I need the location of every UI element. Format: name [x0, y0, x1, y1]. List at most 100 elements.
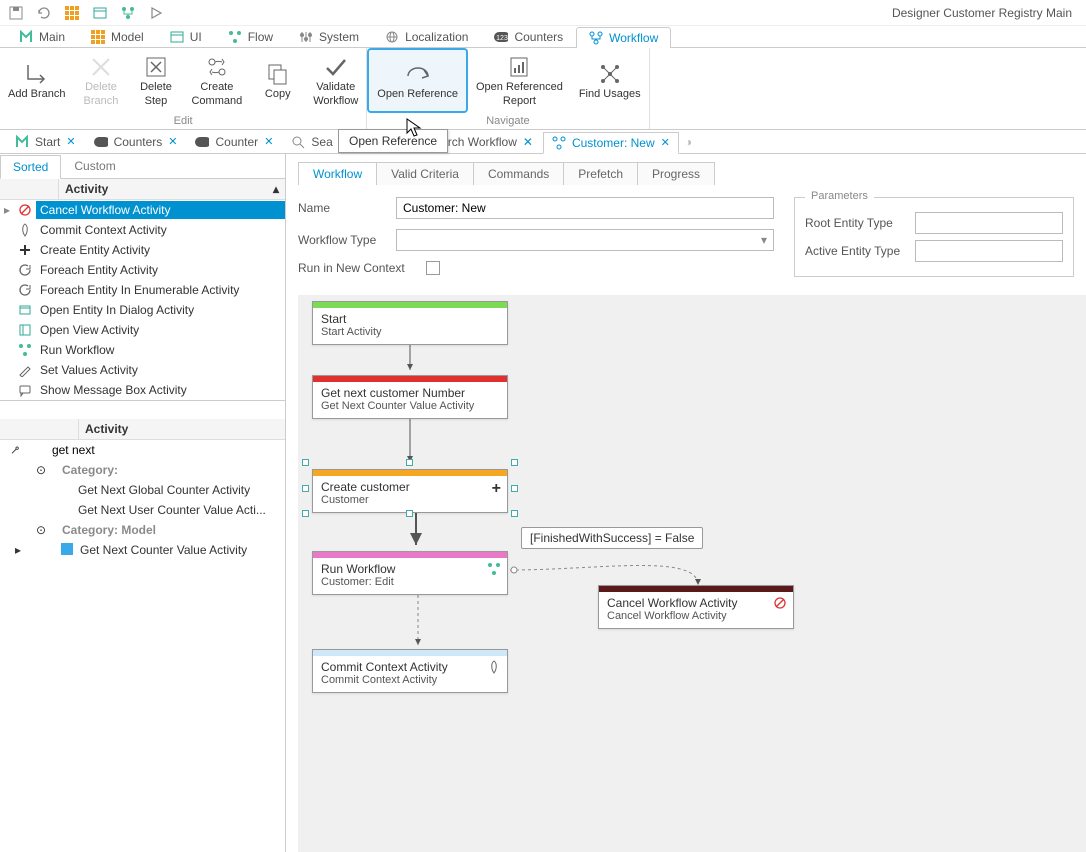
- app-title: Designer Customer Registry Main: [892, 6, 1078, 20]
- tab-overflow-icon[interactable]: ◑: [685, 135, 692, 149]
- wf-node-getnext[interactable]: Get next customer Number Get Next Counte…: [312, 375, 508, 419]
- flow-icon: [487, 562, 501, 579]
- find-usages-button[interactable]: Find Usages: [571, 48, 649, 113]
- ed-tab-workflow[interactable]: Workflow: [298, 162, 377, 185]
- message-icon: [14, 383, 36, 397]
- tooltip: Open Reference: [338, 129, 448, 153]
- filter-header[interactable]: Activity: [85, 422, 128, 436]
- run-new-context-checkbox[interactable]: [426, 261, 440, 275]
- category-label: Category: Model: [58, 521, 285, 539]
- refresh-icon[interactable]: [36, 5, 52, 21]
- document-tabs: Start✕ Counters✕ Counter✕ Sea Open Refer…: [0, 130, 1086, 154]
- root-entity-input[interactable]: [915, 212, 1063, 234]
- workflow-type-select[interactable]: [396, 229, 774, 251]
- view-icon: [14, 323, 36, 337]
- doc-tab-counters[interactable]: Counters✕: [85, 131, 187, 153]
- activity-row[interactable]: Set Values Activity: [0, 360, 285, 380]
- save-icon[interactable]: [8, 5, 24, 21]
- activity-row[interactable]: Open View Activity: [0, 320, 285, 340]
- tab-ui[interactable]: UI: [157, 26, 215, 47]
- ed-tab-prefetch[interactable]: Prefetch: [563, 162, 638, 185]
- doc-tab-start[interactable]: Start✕: [6, 131, 85, 153]
- doc-tab-customer-new[interactable]: Customer: New✕: [543, 132, 679, 154]
- activity-list: Activity ▴ ▸Cancel Workflow Activity Comm…: [0, 179, 285, 401]
- tab-localization[interactable]: Localization: [372, 26, 481, 47]
- create-command-button[interactable]: Create Command: [183, 48, 250, 113]
- selection-handles: [306, 463, 514, 513]
- activity-row[interactable]: Commit Context Activity: [0, 220, 285, 240]
- workflow-canvas[interactable]: Start Start Activity Get next customer N…: [298, 295, 1086, 852]
- grid-icon[interactable]: [64, 5, 80, 21]
- active-entity-input[interactable]: [915, 240, 1063, 262]
- tab-workflow[interactable]: Workflow: [576, 27, 671, 48]
- ed-tab-valid-criteria[interactable]: Valid Criteria: [376, 162, 474, 185]
- filter-item[interactable]: ▸Get Next Counter Value Activity: [0, 540, 285, 560]
- wf-node-cancel[interactable]: Cancel Workflow Activity Cancel Workflow…: [598, 585, 794, 629]
- side-tab-sorted[interactable]: Sorted: [0, 155, 61, 179]
- form-icon[interactable]: [92, 5, 108, 21]
- loop-icon: [14, 283, 36, 297]
- close-icon[interactable]: ✕: [523, 135, 543, 149]
- flow-icon[interactable]: [120, 5, 136, 21]
- wf-node-run[interactable]: Run Workflow Customer: Edit: [312, 551, 508, 595]
- doc-tab-search[interactable]: Sea: [282, 131, 322, 153]
- root-entity-label: Root Entity Type: [805, 216, 915, 230]
- filter-item[interactable]: Get Next User Counter Value Acti...: [0, 500, 285, 520]
- plus-icon: [14, 243, 36, 257]
- delete-step-button[interactable]: Delete Step: [128, 48, 183, 113]
- rocket-icon: [14, 223, 36, 237]
- activity-row[interactable]: Show Message Box Activity: [0, 380, 285, 400]
- activity-row[interactable]: Foreach Entity In Enumerable Activity: [0, 280, 285, 300]
- workflow-type-label: Workflow Type: [298, 233, 396, 247]
- sort-asc-icon[interactable]: ▴: [273, 182, 279, 196]
- filter-input[interactable]: [48, 441, 285, 459]
- condition-label[interactable]: [FinishedWithSuccess] = False: [521, 527, 703, 549]
- category-label: Category:: [58, 461, 285, 479]
- expand-icon[interactable]: ⊙: [36, 523, 58, 537]
- tab-main[interactable]: Main: [6, 26, 78, 47]
- tab-counters[interactable]: 123Counters: [481, 26, 576, 47]
- activity-header[interactable]: Activity: [65, 182, 108, 196]
- activity-row[interactable]: Open Entity In Dialog Activity: [0, 300, 285, 320]
- toolbox-panel: Sorted Custom Activity ▴ ▸Cancel Workflow…: [0, 154, 286, 852]
- name-label: Name: [298, 201, 396, 215]
- open-reference-button[interactable]: Open Reference: [367, 48, 468, 113]
- cancel-icon: [773, 596, 787, 613]
- edit-icon: [14, 363, 36, 377]
- run-icon[interactable]: [148, 5, 164, 21]
- add-branch-button[interactable]: Add Branch: [0, 48, 73, 113]
- run-new-context-label: Run in New Context: [298, 261, 426, 275]
- ed-tab-commands[interactable]: Commands: [473, 162, 564, 185]
- close-icon[interactable]: ✕: [168, 135, 177, 148]
- wf-node-start[interactable]: Start Start Activity: [312, 301, 508, 345]
- svg-text:123: 123: [497, 35, 509, 42]
- close-icon[interactable]: ✕: [264, 135, 273, 148]
- wf-node-commit[interactable]: Commit Context Activity Commit Context A…: [312, 649, 508, 693]
- close-icon[interactable]: ✕: [661, 136, 670, 149]
- filter-item[interactable]: Get Next Global Counter Activity: [0, 480, 285, 500]
- doc-tab-counter[interactable]: Counter✕: [186, 131, 282, 153]
- editor-tabs: Workflow Valid Criteria Commands Prefetc…: [286, 154, 1086, 185]
- editor-panel: Workflow Valid Criteria Commands Prefetc…: [286, 154, 1086, 852]
- square-icon: [58, 543, 76, 558]
- delete-branch-button: Delete Branch: [73, 48, 128, 113]
- side-tab-custom[interactable]: Custom: [61, 154, 128, 178]
- tab-flow[interactable]: Flow: [215, 26, 286, 47]
- ed-tab-progress[interactable]: Progress: [637, 162, 715, 185]
- open-referenced-report-button[interactable]: Open Referenced Report: [468, 48, 571, 113]
- name-input[interactable]: [396, 197, 774, 219]
- rocket-icon: [487, 660, 501, 677]
- activity-row[interactable]: ▸Cancel Workflow Activity: [0, 200, 285, 220]
- activity-row[interactable]: Foreach Entity Activity: [0, 260, 285, 280]
- tab-system[interactable]: System: [286, 26, 372, 47]
- validate-workflow-button[interactable]: Validate Workflow: [305, 48, 366, 113]
- cancel-icon: [14, 203, 36, 217]
- loop-icon: [14, 263, 36, 277]
- tab-model[interactable]: Model: [78, 26, 157, 47]
- close-icon[interactable]: ✕: [66, 135, 75, 148]
- filter-section: Activity ⊸ ⊙Category: Get Next Global Co…: [0, 419, 285, 560]
- copy-button[interactable]: Copy: [250, 48, 305, 113]
- activity-row[interactable]: Create Entity Activity: [0, 240, 285, 260]
- expand-icon[interactable]: ⊙: [36, 463, 58, 477]
- activity-row[interactable]: Run Workflow: [0, 340, 285, 360]
